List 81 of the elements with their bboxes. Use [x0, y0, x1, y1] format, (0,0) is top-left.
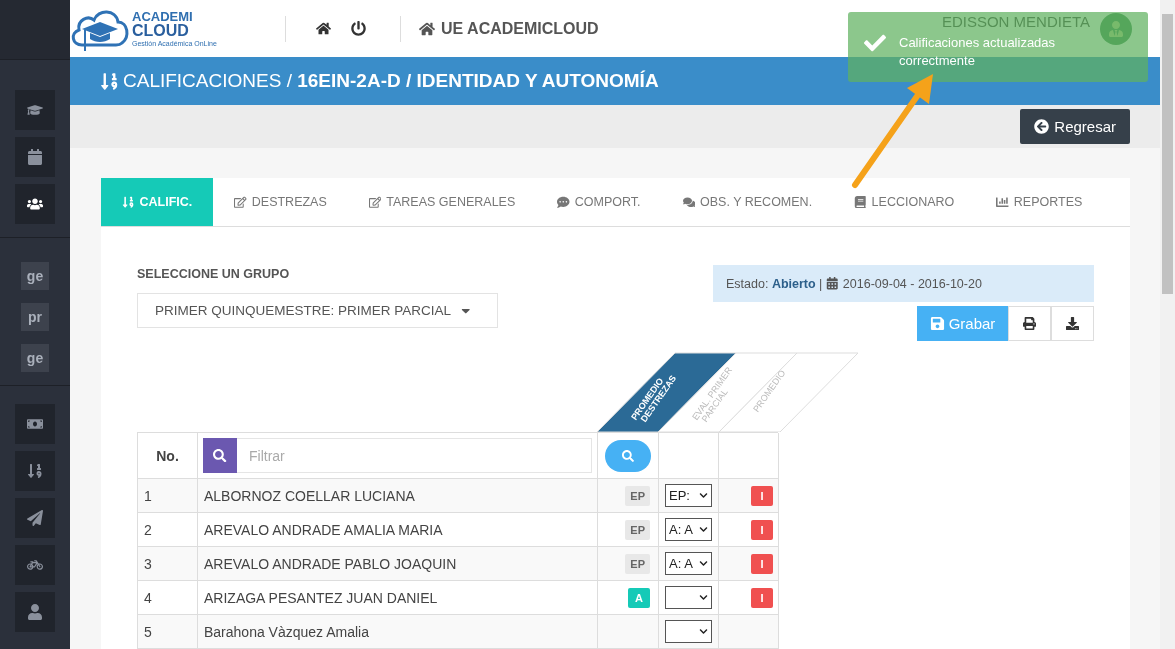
download-icon	[1066, 317, 1079, 330]
grade-tag: I	[751, 587, 773, 608]
save-icon	[929, 316, 945, 331]
table-cell: 1	[138, 479, 198, 513]
logo-text: ACADEMI	[132, 10, 194, 24]
printer-icon	[1023, 317, 1036, 330]
institution-name: UE ACADEMICLOUD	[441, 19, 599, 38]
download-button[interactable]	[1051, 306, 1094, 341]
logo-text: CLOUD	[132, 23, 190, 40]
bar-chart-icon	[996, 195, 1009, 209]
bicycle-icon	[27, 557, 43, 573]
sort-icon	[27, 463, 43, 479]
calendar-icon	[27, 149, 43, 165]
tab[interactable]: REPORTES	[975, 178, 1104, 226]
grade-select[interactable]	[665, 586, 712, 609]
power-icon[interactable]	[351, 21, 366, 37]
print-button[interactable]	[1008, 306, 1051, 341]
calendar-icon	[826, 277, 839, 290]
status-text: Estado: Abierto |	[726, 276, 823, 291]
tab[interactable]: TAREAS GENERALES	[347, 178, 537, 226]
table-cell: AREVALO ANDRADE PABLO JOAQUIN	[198, 547, 598, 581]
sidebar-item[interactable]: ge	[21, 344, 49, 372]
grade-tag: I	[751, 519, 773, 540]
sidebar-item[interactable]	[15, 184, 55, 224]
banknote-icon	[27, 416, 43, 432]
filter-field[interactable]: Filtrar	[237, 438, 592, 473]
column-header: No.	[156, 447, 179, 464]
sort-icon	[122, 195, 135, 209]
home-icon	[419, 20, 435, 37]
breadcrumb: CALIFICACIONES / 16EIN-2A-D / IDENTIDAD Y AUTONOMÍA	[123, 70, 659, 93]
comments-icon	[682, 195, 696, 209]
search-icon	[213, 448, 227, 463]
group-label: SELECCIONE UN GRUPO	[137, 267, 291, 281]
grade-tag: I	[751, 553, 773, 574]
grade-tag: EP	[625, 485, 650, 506]
chevron-icon	[699, 525, 708, 534]
check-icon	[864, 32, 886, 54]
comment-icon	[557, 195, 570, 209]
tab[interactable]: LECCIONARO	[833, 178, 976, 226]
graduation-cap-icon	[27, 102, 43, 118]
sidebar-item[interactable]: ge	[21, 262, 49, 290]
search-icon	[622, 449, 634, 462]
table-cell: Barahona Vàzquez Amalia	[198, 615, 598, 649]
chevron-icon	[699, 593, 708, 602]
grade-select[interactable]: EP:	[665, 484, 712, 507]
tab[interactable]: COMPORT.	[536, 178, 662, 226]
grade-select[interactable]: A: A	[665, 552, 712, 575]
user-icon	[27, 604, 43, 620]
home-icon[interactable]	[316, 21, 331, 37]
table-cell: 2	[138, 513, 198, 547]
table-cell: ARIZAGA PESANTEZ JUAN DANIEL	[198, 581, 598, 615]
grade-tag: I	[751, 485, 773, 506]
grade-tag: EP	[625, 553, 650, 574]
search-button[interactable]	[203, 438, 237, 473]
table-cell: ALBORNOZ COELLAR LUCIANA	[198, 479, 598, 513]
chevron-icon	[699, 491, 708, 500]
back-button[interactable]: Regresar	[1020, 109, 1130, 144]
table-cell: 5	[138, 615, 198, 649]
sort-icon	[100, 71, 119, 91]
group-dropdown[interactable]: PRIMER QUINQUEMESTRE: PRIMER PARCIAL	[137, 293, 498, 328]
edit-icon	[368, 195, 382, 209]
back-arrow-icon	[1034, 119, 1050, 134]
grade-tag: A	[628, 587, 650, 608]
chevron-icon	[699, 627, 708, 636]
date-range: 2016-09-04 - 2016-10-20	[842, 276, 982, 291]
save-button[interactable]: Grabar	[917, 306, 1008, 341]
table-cell: AREVALO ANDRADE AMALIA MARIA	[198, 513, 598, 547]
grade-tag: EP	[625, 519, 650, 540]
sidebar-item[interactable]: pr	[21, 303, 49, 331]
table-cell: 4	[138, 581, 198, 615]
chevron-icon	[699, 559, 708, 568]
tab[interactable]: DESTREZAS	[213, 178, 348, 226]
tab[interactable]: OBS. Y RECOMEN.	[661, 178, 834, 226]
book-icon	[854, 195, 867, 209]
grade-select[interactable]	[665, 620, 712, 643]
edit-icon	[234, 195, 247, 209]
users-icon	[27, 196, 43, 212]
grade-select[interactable]: A: A	[665, 518, 712, 541]
table-cell: 3	[138, 547, 198, 581]
toast-message: Calificaciones actualizadas correctmente	[899, 34, 1057, 70]
paper-plane-icon	[27, 510, 43, 526]
